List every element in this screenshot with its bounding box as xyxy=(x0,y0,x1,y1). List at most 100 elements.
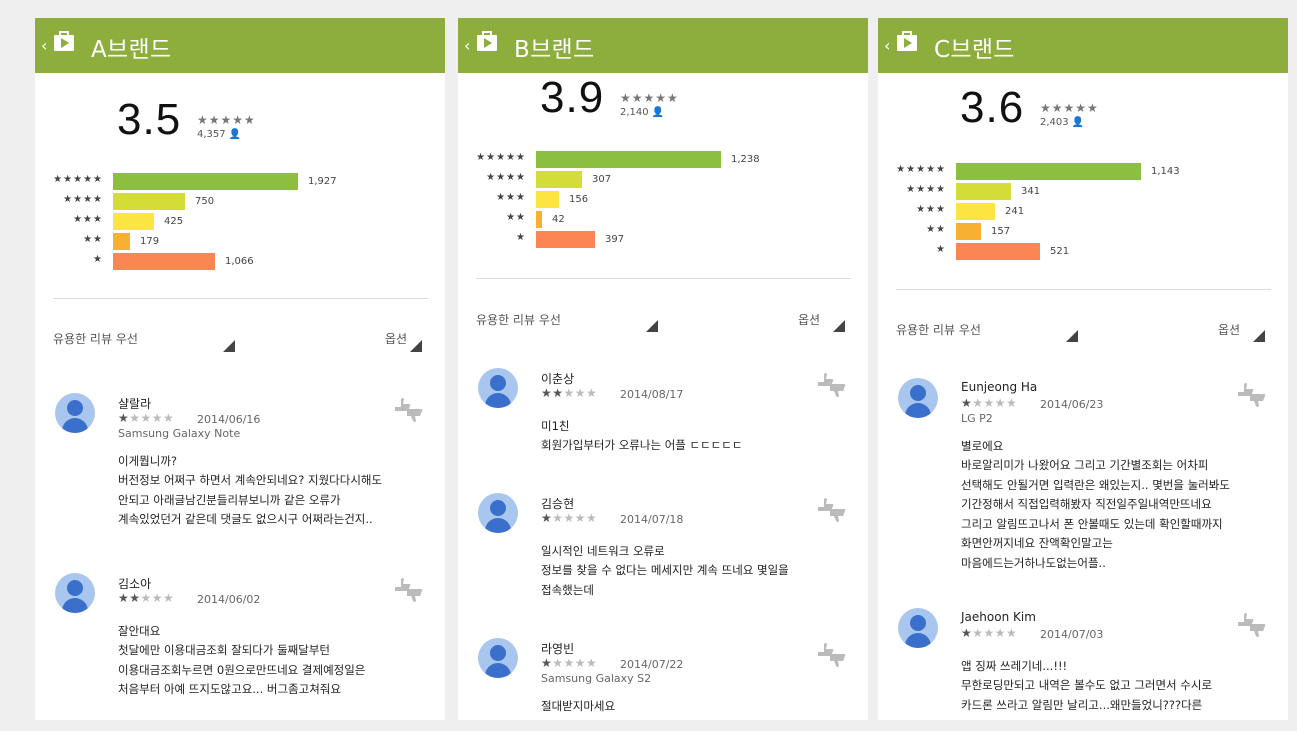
rating-row-stars: ★★★★ xyxy=(906,184,946,195)
rating-count: 307 xyxy=(592,174,612,185)
brand-title: C브랜드 xyxy=(934,37,1015,63)
rating-row-2-star: ★★ 42 xyxy=(468,211,768,228)
rating-bar xyxy=(536,151,721,168)
thumbs-up-down-icon[interactable] xyxy=(393,575,425,603)
rating-row-stars: ★ xyxy=(93,254,103,265)
rating-row-stars: ★★ xyxy=(83,234,103,245)
review-title: 잘안대요 xyxy=(118,624,161,638)
rating-row-2-star: ★★ 157 xyxy=(888,223,1188,240)
avatar-icon[interactable] xyxy=(478,638,518,678)
rating-count: 425 xyxy=(164,216,184,227)
sort-dropdown-arrow-icon[interactable] xyxy=(1066,330,1078,342)
rating-bar xyxy=(113,193,185,210)
review-text-line: 계속있었던거 같은데 댓글도 없으시구 어쩌라는건지.. xyxy=(118,512,373,526)
rating-row-stars: ★★ xyxy=(506,212,526,223)
review-text-line: 카드론 쓰라고 알림만 날리고...왜만들었니???다른 xyxy=(961,697,1203,712)
rating-count: 397 xyxy=(605,234,625,245)
brand-a-panel: ‹ A브랜드 3.5 ★★★★★ 4,357 👤 ★★★★★ 1,927 ★★★★ 7… xyxy=(35,18,445,720)
thumbs-up-down-icon[interactable] xyxy=(1236,380,1268,408)
play-store-icon[interactable] xyxy=(53,30,75,52)
rating-count: 750 xyxy=(195,196,215,207)
brand-title: B브랜드 xyxy=(514,37,595,63)
sort-dropdown-arrow-icon[interactable] xyxy=(646,320,658,332)
rating-count: 341 xyxy=(1021,186,1041,197)
reviewer-name: Jaehoon Kim xyxy=(961,610,1036,624)
rating-bar xyxy=(956,203,995,220)
review-date: 2014/06/16 xyxy=(197,413,261,426)
rating-count: 1,927 xyxy=(308,176,337,187)
brand-title: A브랜드 xyxy=(91,37,172,63)
reviewer-name: 김승현 xyxy=(541,497,575,511)
review-stars: ★★★★★ xyxy=(541,386,598,400)
rating-bar xyxy=(536,191,559,208)
review-title: 앱 징짜 쓰레기네...!!! xyxy=(961,659,1068,673)
avatar-icon[interactable] xyxy=(898,378,938,418)
review-device: LG P2 xyxy=(961,412,993,425)
avatar-icon[interactable] xyxy=(55,393,95,433)
review-date: 2014/07/22 xyxy=(620,658,684,671)
review-text-line: 정보를 찾을 수 없다는 메세지만 계속 뜨네요 몇일을 xyxy=(541,563,789,577)
average-score: 3.6 xyxy=(960,83,1025,132)
options-dropdown-arrow-icon[interactable] xyxy=(833,320,845,332)
rating-count: 42 xyxy=(552,214,565,225)
review-stars: ★★★★★ xyxy=(541,511,598,525)
avatar-icon[interactable] xyxy=(898,608,938,648)
avatar-icon[interactable] xyxy=(55,573,95,613)
rating-row-stars: ★★★★★ xyxy=(896,164,946,175)
avatar-icon[interactable] xyxy=(478,493,518,533)
rating-count: 521 xyxy=(1050,246,1070,257)
review-date: 2014/06/23 xyxy=(1040,398,1104,411)
average-score: 3.5 xyxy=(117,95,182,144)
review-text-line: 버전정보 어쩌구 하면서 계속안되네요? 지웠다다시해도 xyxy=(118,473,383,487)
review-title: 절대받지마세요 xyxy=(541,699,616,713)
back-chevron-icon[interactable]: ‹ xyxy=(884,36,890,55)
review-stars: ★★★★★ xyxy=(961,626,1018,640)
play-store-icon[interactable] xyxy=(896,30,918,52)
back-chevron-icon[interactable]: ‹ xyxy=(41,36,47,55)
app-header: ‹ C브랜드 xyxy=(878,18,1288,73)
review-date: 2014/06/02 xyxy=(197,593,261,606)
rating-count: 1,066 xyxy=(225,256,254,267)
options-dropdown[interactable]: 옵션 xyxy=(385,330,407,347)
app-header: ‹ A브랜드 xyxy=(35,18,445,73)
review-title: 미1친 xyxy=(541,419,570,433)
average-score: 3.9 xyxy=(540,73,605,122)
options-dropdown-arrow-icon[interactable] xyxy=(410,340,422,352)
back-chevron-icon[interactable]: ‹ xyxy=(464,36,470,55)
review-date: 2014/07/03 xyxy=(1040,628,1104,641)
rating-row-4-star: ★★★★ 750 xyxy=(45,193,345,210)
options-dropdown[interactable]: 옵션 xyxy=(1218,321,1240,338)
review-text-line: 화면안꺼지네요 잔액확인말고는 xyxy=(961,536,1113,550)
review-text-line: 그리고 알림뜨고나서 폰 안볼때도 있는데 확인할때까지 xyxy=(961,516,1223,531)
review-device: Samsung Galaxy Note xyxy=(118,427,241,440)
review-date: 2014/07/18 xyxy=(620,513,684,526)
thumbs-up-down-icon[interactable] xyxy=(816,495,848,523)
rating-row-stars: ★ xyxy=(516,232,526,243)
sort-dropdown[interactable]: 유용한 리뷰 우선 xyxy=(476,311,561,328)
options-dropdown-arrow-icon[interactable] xyxy=(1253,330,1265,342)
thumbs-up-down-icon[interactable] xyxy=(816,640,848,668)
play-store-icon[interactable] xyxy=(476,30,498,52)
rating-bar xyxy=(113,173,298,190)
reviewer-name: 샬랄라 xyxy=(118,397,152,411)
sort-dropdown[interactable]: 유용한 리뷰 우선 xyxy=(896,321,981,338)
sort-dropdown-arrow-icon[interactable] xyxy=(223,340,235,352)
brand-c-panel: ‹ C브랜드 3.6 ★★★★★ 2,403 👤 ★★★★★ 1,143 ★★★★ 3… xyxy=(878,18,1288,720)
thumbs-up-down-icon[interactable] xyxy=(393,395,425,423)
avatar-icon[interactable] xyxy=(478,368,518,408)
options-dropdown[interactable]: 옵션 xyxy=(798,311,820,328)
rating-row-3-star: ★★★ 156 xyxy=(468,191,768,208)
divider xyxy=(896,289,1271,290)
reviewer-name: 김소아 xyxy=(118,577,152,591)
rating-row-stars: ★★★★★ xyxy=(53,174,103,185)
thumbs-up-down-icon[interactable] xyxy=(816,370,848,398)
brand-b-panel: ‹ B브랜드 3.9 ★★★★★ 2,140 👤 ★★★★★ 1,238 ★★★★ 3… xyxy=(458,18,868,720)
person-icon: 👤 xyxy=(228,129,242,140)
sort-dropdown[interactable]: 유용한 리뷰 우선 xyxy=(53,330,138,347)
rating-row-4-star: ★★★★ 341 xyxy=(888,183,1188,200)
rating-bar xyxy=(536,171,582,188)
thumbs-up-down-icon[interactable] xyxy=(1236,610,1268,638)
rating-bar xyxy=(956,223,981,240)
rating-row-stars: ★★★ xyxy=(916,204,946,215)
rating-count: 156 xyxy=(569,194,589,205)
